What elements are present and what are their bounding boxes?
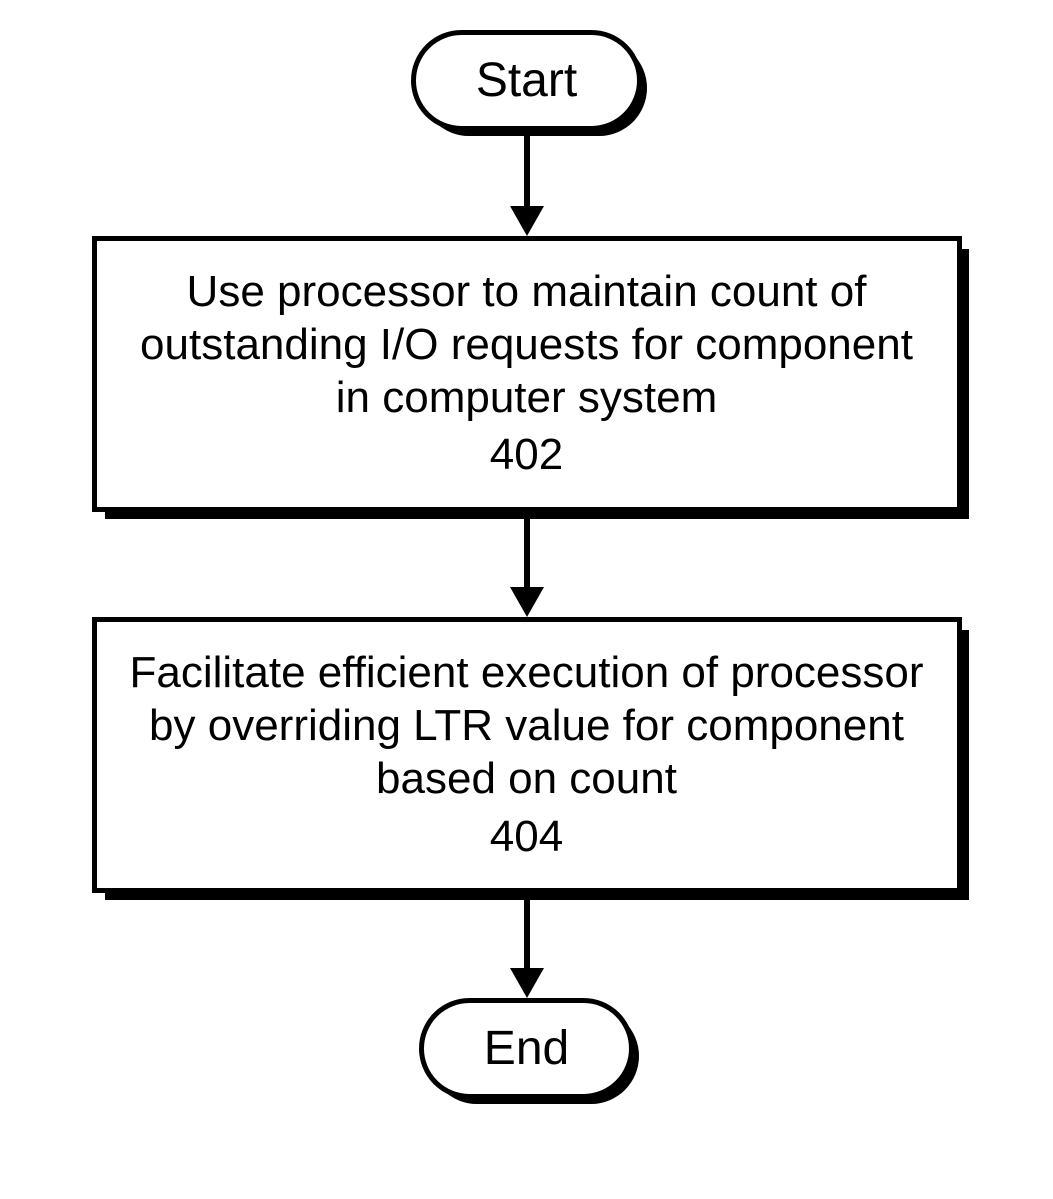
process-step-404: Facilitate efficient execution of proces…	[92, 617, 962, 893]
process-text: Use processor to maintain count of outst…	[140, 267, 913, 422]
arrow-2	[510, 512, 544, 617]
arrow-3	[510, 893, 544, 998]
process-step-402: Use processor to maintain count of outst…	[92, 236, 962, 512]
end-terminator: End	[419, 998, 634, 1099]
end-label: End	[484, 1022, 569, 1075]
start-terminator: Start	[411, 30, 642, 131]
start-label: Start	[476, 54, 577, 107]
flowchart-container: Start Use processor to maintain count of…	[92, 30, 962, 1099]
process-ref: 404	[127, 811, 927, 864]
arrow-1	[510, 131, 544, 236]
process-text: Facilitate efficient execution of proces…	[129, 648, 923, 803]
process-ref: 402	[127, 429, 927, 482]
